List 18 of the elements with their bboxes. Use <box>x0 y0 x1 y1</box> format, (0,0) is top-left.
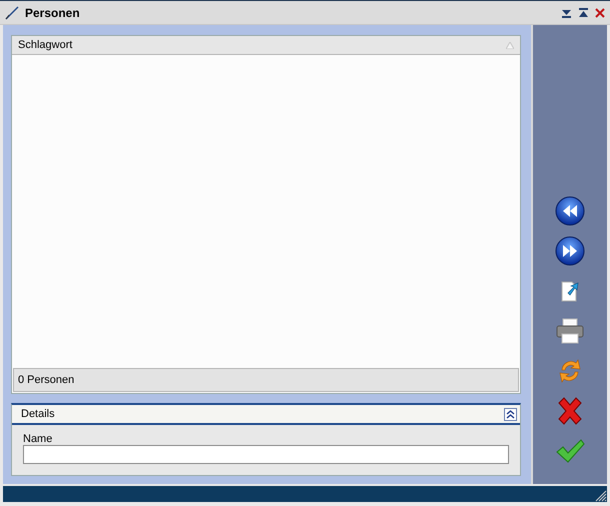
collapse-toggle[interactable] <box>504 408 517 420</box>
field-label: Name <box>23 433 54 445</box>
section-title: Details <box>21 408 55 420</box>
fast-forward-icon[interactable] <box>555 236 585 266</box>
expand-icon[interactable] <box>578 8 589 18</box>
printer-icon[interactable] <box>556 318 584 344</box>
document-arrow-icon[interactable] <box>559 278 581 302</box>
name-field[interactable] <box>23 445 509 464</box>
record-count: 0 Personen <box>18 374 74 386</box>
window-title: Personen <box>25 6 81 20</box>
collapse-icon[interactable] <box>561 8 572 18</box>
close-icon[interactable] <box>595 8 605 18</box>
column-label: Schlagwort <box>18 39 72 51</box>
rewind-icon[interactable] <box>555 196 585 226</box>
column-header[interactable]: Schlagwort <box>12 36 520 55</box>
checkmark-icon[interactable] <box>555 438 585 464</box>
sort-icon <box>506 42 514 48</box>
pen-icon <box>5 6 19 20</box>
